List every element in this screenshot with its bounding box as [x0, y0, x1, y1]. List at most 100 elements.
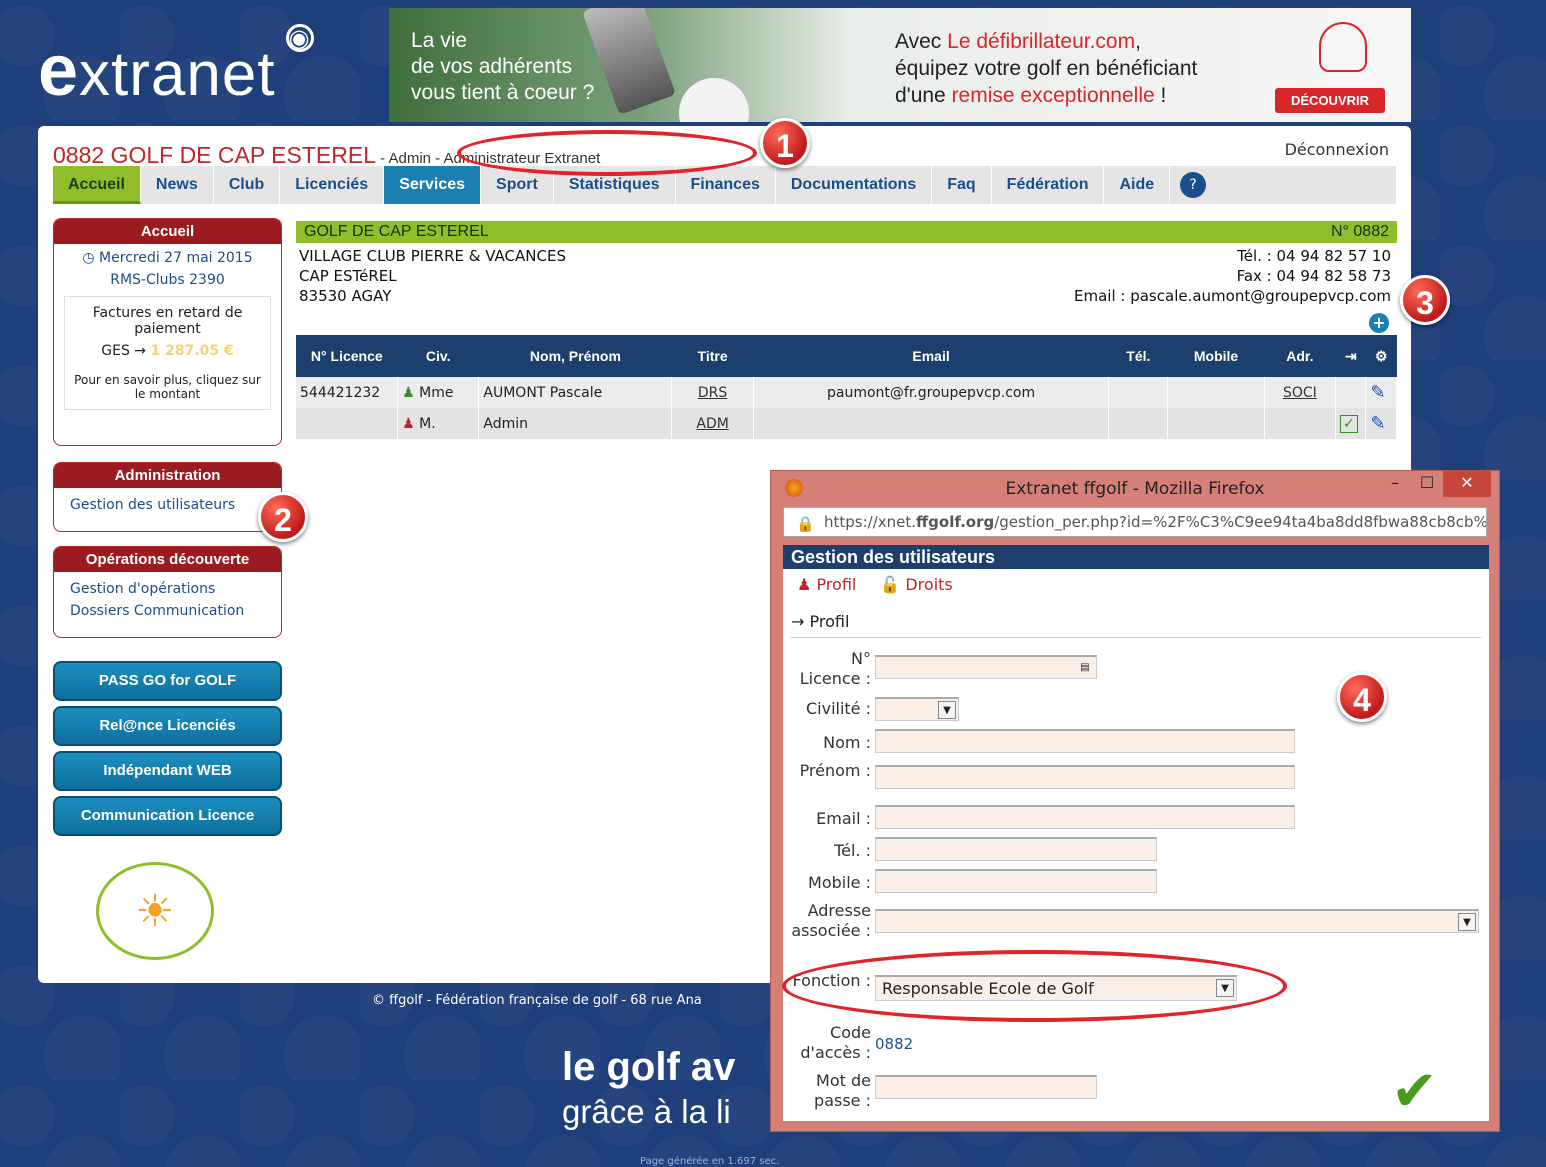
licence-label: N° Licence : [799, 649, 871, 688]
cell-edit: ✎ [1365, 408, 1397, 439]
club-name: GOLF DE CAP ESTEREL [304, 223, 489, 240]
add-user-icon[interactable]: + [1369, 313, 1389, 333]
col-name: Nom, Prénom [478, 335, 672, 377]
annotation-badge-1: 1 [760, 118, 810, 168]
url-text: https://xnet. [824, 513, 917, 531]
licensee-table: N° Licence Civ. Nom, Prénom Titre Email … [296, 335, 1397, 439]
weather-icon[interactable]: ☀ [96, 862, 214, 960]
civilite-select[interactable]: ▼ [875, 697, 959, 721]
pass-go-golf-button[interactable]: PASS GO for GOLF [53, 661, 282, 701]
annotation-oval-4 [782, 950, 1287, 1022]
mobile-field[interactable] [875, 869, 1157, 893]
annotation-badge-2: 2 [258, 492, 308, 542]
banner-line: vous tient à coeur ? [411, 81, 595, 104]
col-licence: N° Licence [296, 335, 398, 377]
operations-management-link[interactable]: Gestion d'opérations [54, 578, 281, 600]
col-settings: ⚙ [1365, 335, 1397, 377]
club-info-bar: GOLF DE CAP ESTEREL N° 0882 [296, 221, 1397, 243]
relance-licencies-button[interactable]: Rel@nce Licenciés [53, 706, 282, 746]
cell-tel [1108, 377, 1169, 408]
logout-link[interactable]: Déconnexion [1285, 140, 1389, 159]
adr-link[interactable]: SOCI [1283, 385, 1317, 401]
popup-content: Gestion des utilisateurs ♟ Profil 🔓 Droi… [783, 545, 1489, 1124]
user-icon: ♟ [402, 415, 420, 432]
settings-icon: ⚙ [1374, 347, 1388, 364]
civ-text: Mme [419, 384, 454, 401]
communication-files-link[interactable]: Dossiers Communication [54, 600, 281, 622]
url-domain: ffgolf.org [916, 513, 995, 531]
administration-header: Administration [54, 463, 281, 488]
help-icon[interactable]: ? [1180, 172, 1207, 198]
col-adr: Adr. [1264, 335, 1336, 377]
prenom-label: Prénom : [799, 761, 871, 780]
tab-aide[interactable]: Aide [1104, 166, 1171, 204]
checkbox-icon[interactable]: ✓ [1339, 414, 1358, 433]
operations-box: Opérations découverte Gestion d'opératio… [53, 546, 282, 638]
extranet-logo[interactable]: extranet ◉ [38, 24, 314, 112]
communication-licence-button[interactable]: Communication Licence [53, 796, 282, 836]
current-date: ◷ Mercredi 27 mai 2015 [54, 250, 281, 266]
section-label: Profil [809, 612, 850, 631]
tab-federation[interactable]: Fédération [992, 166, 1105, 204]
banner-text: d'une [895, 84, 952, 107]
banner-brand: Le défibrillateur.com [947, 30, 1136, 53]
tel-field[interactable] [875, 837, 1157, 861]
lock-icon: 🔒 [796, 515, 815, 533]
tab-droits[interactable]: 🔓 Droits [880, 575, 952, 594]
titre-link[interactable]: DRS [698, 385, 727, 401]
col-login: ⇥ [1335, 335, 1366, 377]
prenom-field[interactable] [875, 765, 1295, 789]
window-controls: – ☐ ✕ [1379, 471, 1491, 497]
tab-faq[interactable]: Faq [932, 166, 992, 204]
nom-label: Nom : [823, 733, 871, 752]
validate-check-icon[interactable]: ✔ [1391, 1059, 1438, 1124]
annotation-oval-1 [457, 130, 757, 176]
minimize-icon[interactable]: – [1379, 471, 1411, 497]
civ-text: M. [419, 415, 436, 432]
col-tel: Tél. [1108, 335, 1168, 377]
titre-link[interactable]: ADM [696, 416, 728, 432]
independant-web-button[interactable]: Indépendant WEB [53, 751, 282, 791]
tab-news[interactable]: News [141, 166, 214, 204]
banner-text: ! [1154, 84, 1167, 107]
adresse-select[interactable]: ▼ [875, 909, 1479, 933]
ffgolf-logo-icon: ◉ [285, 24, 314, 52]
code-value: 0882 [875, 1035, 914, 1053]
cell-titre: ADM [671, 408, 754, 439]
discover-button[interactable]: DÉCOUVRIR [1275, 88, 1386, 113]
table-row: 544421232 ♟ Mme AUMONT Pascale DRS paumo… [296, 377, 1397, 408]
tab-documentations[interactable]: Documentations [776, 166, 933, 204]
cell-mobile [1167, 408, 1265, 439]
club-fax: Fax : 04 94 82 58 73 [1236, 267, 1391, 285]
popup-titlebar[interactable]: Extranet ffgolf - Mozilla Firefox – ☐ ✕ [771, 471, 1499, 507]
popup-header: Gestion des utilisateurs [783, 545, 1489, 569]
tab-club[interactable]: Club [214, 166, 281, 204]
user-management-link[interactable]: Gestion des utilisateurs [54, 494, 281, 516]
edit-icon[interactable]: ✎ [1370, 413, 1385, 434]
url-bar[interactable]: 🔒 https://xnet.ffgolf.org/gestion_per.ph… [783, 507, 1487, 537]
tab-licencies[interactable]: Licenciés [280, 166, 385, 204]
contact-card-icon[interactable]: ▤ [1076, 659, 1094, 677]
arrow-right-icon: → [791, 612, 810, 631]
clock-icon: ◷ [82, 250, 100, 266]
ges-amount-link[interactable]: 1 287.05 € [150, 343, 233, 359]
close-icon[interactable]: ✕ [1443, 471, 1491, 497]
banner-line: de vos adhérents [411, 55, 573, 78]
rms-clubs: RMS-Clubs 2390 [110, 272, 225, 288]
ges-line: GES → 1 287.05 € [69, 343, 266, 359]
ad-banner[interactable]: La vie de vos adhérents vous tient à coe… [389, 8, 1411, 122]
email-field[interactable] [875, 805, 1295, 829]
tab-services[interactable]: Services [384, 166, 482, 204]
tab-profil[interactable]: ♟ Profil [797, 575, 856, 594]
maximize-icon[interactable]: ☐ [1411, 471, 1443, 497]
edit-icon[interactable]: ✎ [1370, 382, 1385, 403]
chevron-down-icon: ▼ [938, 701, 956, 719]
nom-field[interactable] [875, 729, 1295, 753]
invoices-title: Factures en retard de paiement [92, 305, 243, 337]
tab-accueil[interactable]: Accueil [53, 166, 141, 204]
banner-text: Avec [895, 30, 948, 53]
licence-field[interactable]: ▤ [875, 655, 1097, 679]
password-field[interactable] [875, 1075, 1097, 1099]
slogan-line-2: grâce à la li [562, 1093, 731, 1130]
golf-ball-image [679, 78, 749, 122]
